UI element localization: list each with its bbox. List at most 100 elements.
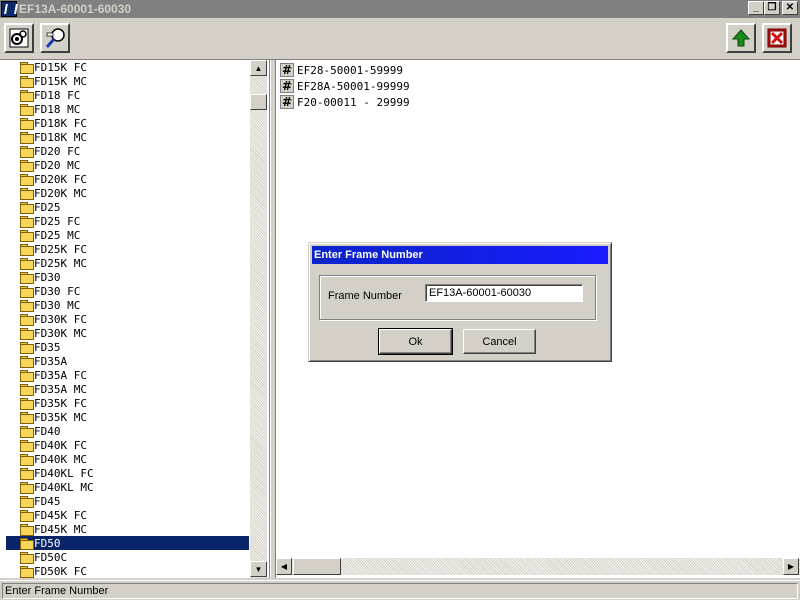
- triangle-down-icon: ▼: [254, 564, 263, 574]
- folder-icon: [20, 272, 34, 284]
- frame-item[interactable]: # EF28A-50001-99999: [276, 78, 410, 94]
- folder-icon: [20, 496, 34, 508]
- triangle-left-icon: ◀: [280, 562, 288, 571]
- tree-item[interactable]: FD50C: [6, 550, 249, 564]
- tree-item[interactable]: FD35K MC: [6, 410, 249, 424]
- folder-icon: [20, 412, 34, 424]
- tree-item[interactable]: FD25K MC: [6, 256, 249, 270]
- tree-item[interactable]: FD30 FC: [6, 284, 249, 298]
- tree-item[interactable]: FD18K MC: [6, 130, 249, 144]
- settings-gear-icon: [9, 28, 29, 48]
- tree-item[interactable]: FD40K FC: [6, 438, 249, 452]
- tree-item[interactable]: FD45K FC: [6, 508, 249, 522]
- close-icon: ✕: [785, 2, 795, 13]
- tree-item[interactable]: FD15K MC: [6, 74, 249, 88]
- tree-item[interactable]: FD25 MC: [6, 228, 249, 242]
- tree-item-label: FD25: [34, 200, 61, 214]
- tree-item[interactable]: FD40: [6, 424, 249, 438]
- up-level-button[interactable]: [726, 23, 756, 53]
- folder-icon: [20, 482, 34, 494]
- frame-item-label: F20-00011 - 29999: [297, 95, 410, 109]
- tree-item[interactable]: FD50: [6, 536, 249, 550]
- tree-item[interactable]: FD20 MC: [6, 158, 249, 172]
- tree-item[interactable]: FD30K FC: [6, 312, 249, 326]
- tree-item-label: FD40: [34, 424, 61, 438]
- tree-item[interactable]: FD20K FC: [6, 172, 249, 186]
- tree-item[interactable]: FD25K FC: [6, 242, 249, 256]
- scroll-left-button[interactable]: ◀: [276, 558, 292, 575]
- tree-item-label: FD18K MC: [34, 130, 87, 144]
- tree-item[interactable]: FD18 FC: [6, 88, 249, 102]
- tree-item[interactable]: FD35A FC: [6, 368, 249, 382]
- tree-item[interactable]: FD18K FC: [6, 116, 249, 130]
- tree-item[interactable]: FD40K MC: [6, 452, 249, 466]
- folder-icon: [20, 426, 34, 438]
- folder-icon: [20, 286, 34, 298]
- tree-item[interactable]: FD35A MC: [6, 382, 249, 396]
- tree-item[interactable]: FD40KL FC: [6, 466, 249, 480]
- frame-number-label: Frame Number: [328, 290, 402, 302]
- tree-item[interactable]: FD35K FC: [6, 396, 249, 410]
- scroll-thumb[interactable]: [250, 94, 267, 110]
- exit-icon: [767, 28, 787, 48]
- tree-item[interactable]: FD35A: [6, 354, 249, 368]
- hash-icon: #: [280, 63, 294, 77]
- frame-number-group: Frame Number: [319, 275, 596, 320]
- ok-button[interactable]: Ok: [378, 328, 453, 355]
- tree-item-label: FD25K MC: [34, 256, 87, 270]
- tree-item-label: FD15K FC: [34, 60, 87, 74]
- folder-icon: [20, 566, 34, 578]
- folder-icon: [20, 342, 34, 354]
- tree-item[interactable]: FD18 MC: [6, 102, 249, 116]
- scroll-right-button[interactable]: ▶: [783, 558, 799, 575]
- tree-item[interactable]: FD45: [6, 494, 249, 508]
- search-button[interactable]: [40, 23, 70, 53]
- folder-icon: [20, 258, 34, 270]
- dialog-title: Enter Frame Number: [312, 246, 608, 264]
- tree-item-label: FD40K MC: [34, 452, 87, 466]
- tree-item-label: FD18K FC: [34, 116, 87, 130]
- folder-icon: [20, 300, 34, 312]
- restore-button[interactable]: ❐: [764, 1, 780, 15]
- tree-item-label: FD25 MC: [34, 228, 81, 242]
- frames-horizontal-scrollbar[interactable]: ◀ ▶: [276, 558, 800, 575]
- tree-item-label: FD45K FC: [34, 508, 87, 522]
- tree-item[interactable]: FD35: [6, 340, 249, 354]
- window-controls: _ ❐ ✕: [748, 1, 798, 15]
- frame-item[interactable]: # EF28-50001-59999: [276, 62, 410, 78]
- close-button[interactable]: ✕: [782, 1, 798, 15]
- scroll-down-button[interactable]: ▼: [250, 561, 267, 577]
- tree-item-label: FD30 MC: [34, 298, 81, 312]
- tree-item-label: FD35A: [34, 354, 68, 368]
- tree-item-label: FD20 MC: [34, 158, 81, 172]
- folder-icon: [20, 398, 34, 410]
- horizontal-scroll-thumb[interactable]: [293, 558, 341, 575]
- scroll-up-button[interactable]: ▲: [250, 60, 267, 76]
- tree-item[interactable]: FD30: [6, 270, 249, 284]
- tree-item[interactable]: FD50K FC: [6, 564, 249, 578]
- frame-number-input[interactable]: [425, 284, 583, 302]
- tree-item[interactable]: FD20 FC: [6, 144, 249, 158]
- tree-item[interactable]: FD40KL MC: [6, 480, 249, 494]
- folder-icon: [20, 454, 34, 466]
- tree-item[interactable]: FD45K MC: [6, 522, 249, 536]
- tree-item-label: FD20 FC: [34, 144, 81, 158]
- tree-item[interactable]: FD25: [6, 200, 249, 214]
- folder-icon: [20, 76, 34, 88]
- frame-item[interactable]: # F20-00011 - 29999: [276, 94, 410, 110]
- tree-item[interactable]: FD30 MC: [6, 298, 249, 312]
- tree-item[interactable]: FD25 FC: [6, 214, 249, 228]
- tree-item[interactable]: FD30K MC: [6, 326, 249, 340]
- settings-button[interactable]: [4, 23, 34, 53]
- tree-item-label: FD50K FC: [34, 564, 87, 578]
- tree-item-label: FD25 FC: [34, 214, 81, 228]
- cancel-button[interactable]: Cancel: [463, 329, 536, 354]
- tree-vertical-scrollbar[interactable]: ▲ ▼: [250, 60, 267, 578]
- tree-item[interactable]: FD15K FC: [6, 60, 249, 74]
- minimize-button[interactable]: _: [748, 1, 764, 15]
- tree-item-label: FD35: [34, 340, 61, 354]
- tree-item-label: FD50: [34, 536, 61, 550]
- exit-button[interactable]: [762, 23, 792, 53]
- model-tree-pane[interactable]: FD15K FC FD15K MC FD18 FC FD18 MC FD18K FC FD…: [0, 60, 270, 578]
- tree-item[interactable]: FD20K MC: [6, 186, 249, 200]
